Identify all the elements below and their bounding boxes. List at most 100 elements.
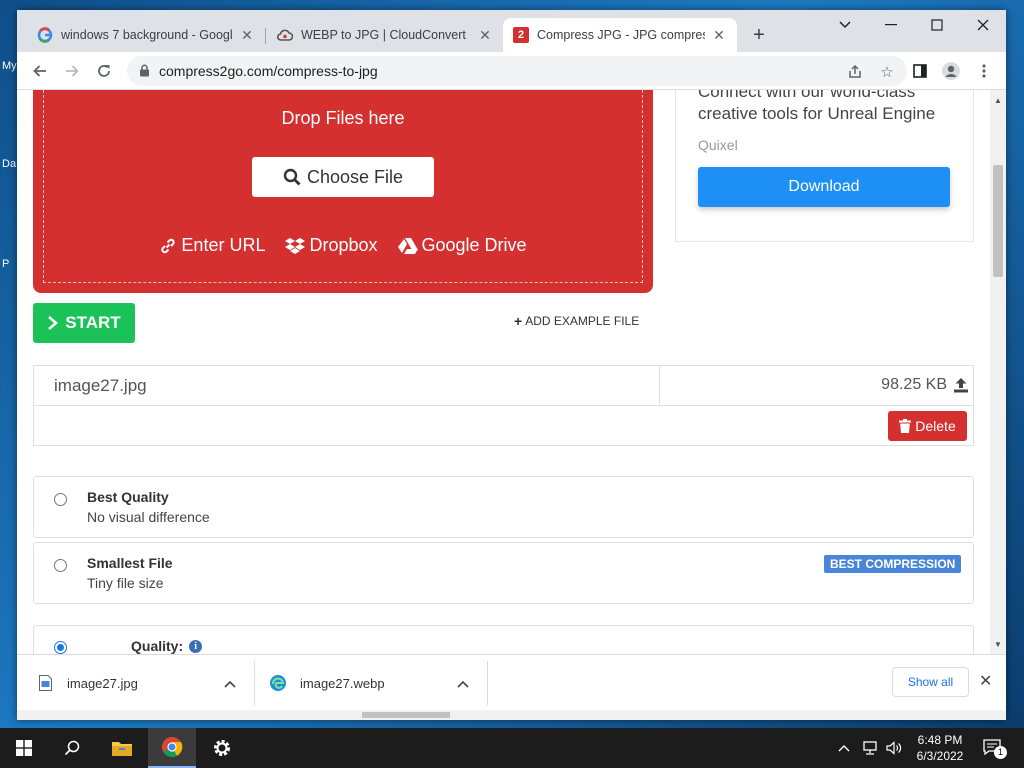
taskbar: 6:48 PM 6/3/2022 1 — [0, 728, 1024, 768]
choose-file-label: Choose File — [306, 166, 404, 187]
desktop-icon-label[interactable]: My — [2, 60, 17, 72]
start-button[interactable]: START — [33, 303, 135, 343]
chevron-right-icon — [48, 316, 59, 330]
start-menu-button[interactable] — [0, 728, 48, 768]
file-card: image27.jpg 98.25 KB Delete — [33, 365, 974, 446]
ad-text-line: creative tools for Unreal Engine — [698, 104, 936, 123]
download-item-webp[interactable]: image27.webp — [269, 655, 474, 711]
delete-label: Delete — [915, 418, 956, 434]
side-panel-button[interactable] — [907, 58, 933, 84]
add-example-label: ADD EXAMPLE FILE — [525, 314, 640, 328]
scroll-up-icon[interactable]: ▲ — [994, 96, 1002, 105]
radio-quality[interactable] — [54, 641, 67, 654]
back-button[interactable] — [27, 58, 53, 84]
option-subtitle: No visual difference — [87, 509, 210, 525]
bookmark-star-icon[interactable]: ☆ — [877, 62, 897, 82]
reload-button[interactable] — [91, 58, 117, 84]
radio-smallest-file[interactable] — [54, 559, 67, 572]
chrome-taskbar-button[interactable] — [148, 728, 196, 768]
avatar-icon — [942, 62, 960, 80]
dropbox-button[interactable]: Dropbox — [285, 235, 378, 256]
gear-icon — [214, 740, 230, 756]
divider — [254, 661, 255, 705]
desktop-icon-label[interactable]: P — [2, 258, 9, 270]
more-vert-icon — [982, 64, 986, 78]
file-explorer-button[interactable] — [98, 728, 146, 768]
upload-icon[interactable] — [953, 377, 969, 398]
plus-icon: + — [514, 313, 523, 329]
google-drive-button[interactable]: Google Drive — [397, 235, 527, 256]
chevron-up-icon — [838, 745, 850, 752]
notification-center-button[interactable]: 1 — [983, 728, 1007, 768]
best-compression-badge: BEST COMPRESSION — [824, 555, 962, 573]
side-panel-icon — [913, 64, 927, 78]
arrow-left-icon — [33, 65, 46, 77]
notification-count-badge: 1 — [994, 746, 1007, 759]
tab-title: windows 7 background - Google — [61, 28, 233, 42]
ad-download-button[interactable]: Download — [698, 167, 950, 207]
volume-icon[interactable] — [886, 728, 902, 768]
menu-button[interactable] — [971, 58, 997, 84]
radio-best-quality[interactable] — [54, 493, 67, 506]
clock-time: 6:48 PM — [917, 733, 963, 747]
info-icon[interactable]: i — [189, 639, 203, 653]
taskbar-clock[interactable]: 6:48 PM 6/3/2022 — [910, 732, 970, 764]
option-subtitle: Tiny file size — [87, 575, 164, 591]
drop-zone[interactable]: Drop Files here Choose File Enter URL Dr… — [33, 90, 653, 293]
scroll-thumb[interactable] — [362, 712, 450, 718]
profile-button[interactable] — [938, 58, 964, 84]
clock-date: 6/3/2022 — [916, 749, 964, 763]
option-best-quality[interactable]: Best Quality No visual difference — [33, 476, 974, 538]
add-example-file-button[interactable]: + ADD EXAMPLE FILE — [514, 313, 639, 329]
download-filename: image27.webp — [300, 675, 385, 691]
enter-url-button[interactable]: Enter URL — [159, 235, 265, 256]
tab-search-button[interactable] — [822, 10, 868, 40]
tab-google[interactable]: windows 7 background - Google ✕ — [27, 18, 265, 52]
folder-icon — [112, 742, 132, 756]
file-size: 98.25 KB — [881, 376, 947, 393]
minimize-button[interactable] — [868, 10, 914, 40]
share-icon[interactable] — [845, 62, 865, 82]
search-button[interactable] — [48, 728, 96, 768]
maximize-button[interactable] — [914, 10, 960, 40]
url-text[interactable]: compress2go.com/compress-to-jpg — [159, 63, 378, 79]
page-viewport: Drop Files here Choose File Enter URL Dr… — [17, 90, 990, 654]
ad-sponsor[interactable]: Quixel — [698, 137, 738, 153]
option-quality[interactable]: Quality: i — [33, 625, 974, 654]
tab-compress-jpg[interactable]: 2 Compress JPG - JPG compression ✕ — [503, 18, 737, 52]
scroll-thumb[interactable] — [993, 165, 1003, 277]
ad-text-line: Connect with our world-class — [698, 90, 916, 101]
tab-title: WEBP to JPG | CloudConvert — [301, 28, 466, 42]
desktop-icon-label[interactable]: Da — [2, 158, 16, 170]
close-icon[interactable]: ✕ — [477, 27, 493, 44]
close-window-button[interactable] — [960, 10, 1006, 40]
downloads-bar: image27.jpg image27.webp Show all ✕ — [17, 654, 1006, 710]
chevron-up-icon[interactable] — [224, 676, 236, 691]
choose-file-button[interactable]: Choose File — [252, 157, 434, 197]
upload-sources: Enter URL Dropbox Google Drive — [33, 235, 653, 256]
network-icon[interactable] — [862, 728, 878, 768]
settings-taskbar-button[interactable] — [198, 728, 246, 768]
compress2go-icon: 2 — [513, 27, 529, 43]
file-name: image27.jpg — [54, 376, 147, 395]
tab-cloudconvert[interactable]: WEBP to JPG | CloudConvert ✕ — [267, 18, 503, 52]
dropbox-label: Dropbox — [309, 235, 378, 255]
show-all-button[interactable]: Show all — [892, 667, 969, 697]
chevron-up-icon[interactable] — [457, 676, 469, 691]
close-downloads-icon[interactable]: ✕ — [979, 671, 992, 691]
horizontal-scrollbar[interactable] — [17, 710, 1006, 720]
delete-button[interactable]: Delete — [888, 411, 967, 441]
vertical-scrollbar[interactable]: ▲ ▼ — [990, 90, 1006, 654]
option-smallest-file[interactable]: Smallest File Tiny file size BEST COMPRE… — [33, 542, 974, 604]
scroll-down-icon[interactable]: ▼ — [994, 640, 1002, 649]
divider — [659, 366, 660, 406]
download-item-jpg[interactable]: image27.jpg — [39, 655, 239, 711]
close-icon[interactable]: ✕ — [711, 27, 727, 44]
download-filename: image27.jpg — [67, 675, 138, 691]
address-bar[interactable]: compress2go.com/compress-to-jpg ☆ — [127, 56, 907, 86]
show-hidden-icons-button[interactable] — [838, 728, 850, 768]
forward-button[interactable] — [59, 58, 85, 84]
lock-icon[interactable] — [139, 64, 150, 82]
new-tab-button[interactable]: + — [747, 24, 771, 48]
close-icon[interactable]: ✕ — [239, 27, 255, 44]
